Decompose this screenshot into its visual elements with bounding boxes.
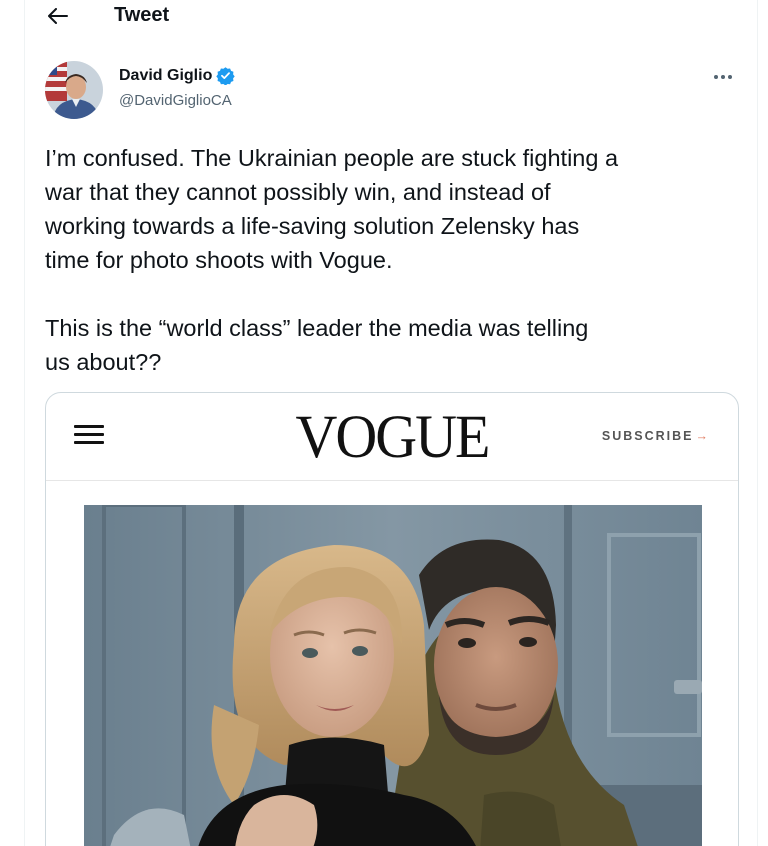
avatar[interactable] bbox=[45, 61, 103, 119]
media-card[interactable]: VOGUE SUBSCRIBE → bbox=[45, 392, 739, 846]
author-handle[interactable]: @DavidGiglioCA bbox=[119, 92, 232, 109]
author-name-row: David Giglio bbox=[119, 66, 236, 85]
portrait-illustration bbox=[84, 505, 702, 846]
tweet-line: us about?? bbox=[45, 349, 162, 375]
tweet-header: Tweet bbox=[25, 0, 757, 34]
subscribe-label: SUBSCRIBE bbox=[601, 429, 694, 443]
verified-badge-icon bbox=[216, 67, 236, 85]
tweet-text: I’m confused. The Ukrainian people are s… bbox=[45, 141, 745, 379]
tweet-line: I’m confused. The Ukrainian people are s… bbox=[45, 145, 619, 171]
back-button[interactable] bbox=[43, 2, 73, 30]
vogue-header-bar: VOGUE SUBSCRIBE → bbox=[46, 393, 738, 481]
tweet-line: working towards a life-saving solution Z… bbox=[45, 213, 580, 239]
arrow-right-icon: → bbox=[695, 429, 710, 443]
more-options-button[interactable] bbox=[711, 68, 735, 86]
tweet-line: time for photo shoots with Vogue. bbox=[45, 247, 393, 273]
tweet-column: Tweet David Giglio @DavidGiglioCA I’m co… bbox=[24, 0, 758, 846]
more-horizontal-icon bbox=[714, 75, 732, 79]
page-title: Tweet bbox=[114, 4, 170, 26]
arrow-left-icon bbox=[48, 8, 68, 24]
tweet-line: war that they cannot possibly win, and i… bbox=[45, 179, 551, 205]
avatar-image bbox=[45, 61, 103, 119]
tweet-line: This is the “world class” leader the med… bbox=[45, 315, 589, 341]
author-name[interactable]: David Giglio bbox=[119, 67, 212, 85]
portrait-photo[interactable] bbox=[84, 505, 702, 846]
subscribe-link[interactable]: SUBSCRIBE → bbox=[602, 429, 710, 443]
